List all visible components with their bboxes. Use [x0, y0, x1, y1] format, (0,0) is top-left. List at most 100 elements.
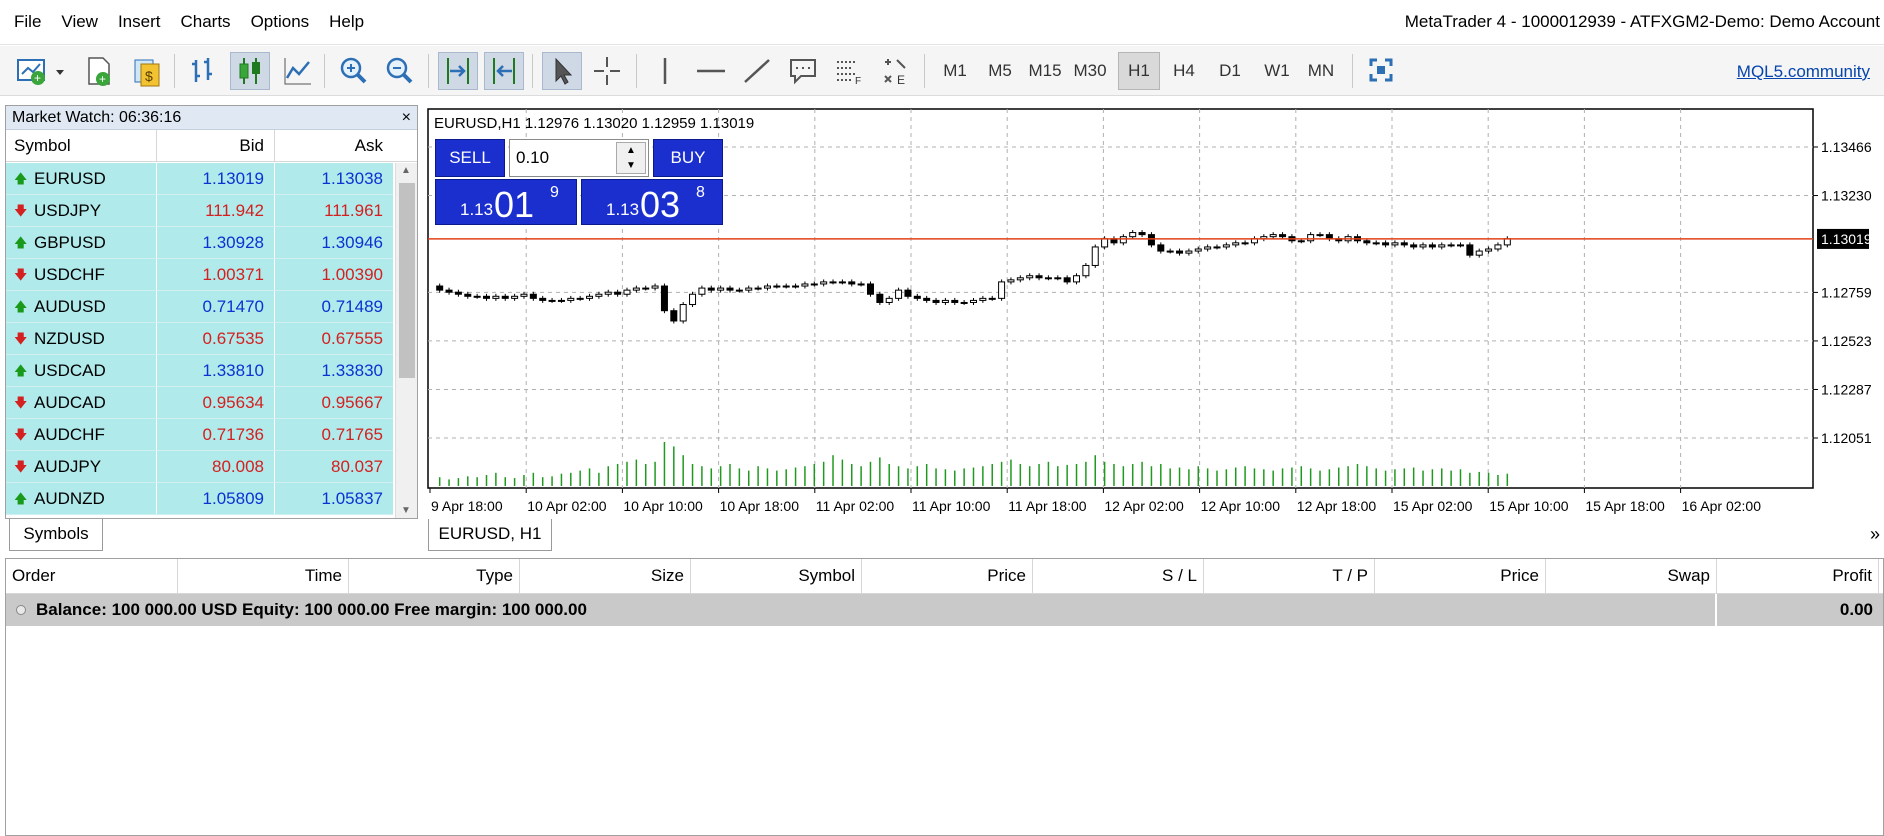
navigator-button[interactable]: $ — [126, 52, 164, 90]
stepper-up-icon[interactable]: ▲ — [617, 143, 645, 158]
terminal-column-s-l[interactable]: S / L — [1033, 559, 1204, 593]
zoom-in-button[interactable] — [334, 52, 372, 90]
menu-file[interactable]: File — [4, 12, 51, 32]
timeframe-m30[interactable]: M30 — [1069, 52, 1111, 90]
terminal-column-size[interactable]: Size — [520, 559, 691, 593]
scroll-down-icon[interactable]: ▼ — [401, 505, 411, 516]
market-watch-rows: 🡅 EURUSD 1.13019 1.13038 🡇 USDJPY 111.942 111.9… — [6, 163, 393, 515]
fibonacci-button[interactable]: F — [830, 52, 868, 90]
line-chart-button[interactable] — [278, 52, 316, 90]
tab-eurusd-h1[interactable]: EURUSD, H1 — [428, 519, 552, 551]
terminal-column-symbol[interactable]: Symbol — [691, 559, 862, 593]
market-watch-row-audnzd[interactable]: 🡅 AUDNZD 1.05809 1.05837 — [6, 483, 393, 515]
candle-body — [698, 287, 706, 295]
time-label: 10 Apr 10:00 — [623, 498, 703, 514]
market-watch-row-eurusd[interactable]: 🡅 EURUSD 1.13019 1.13038 — [6, 163, 393, 195]
balance-row[interactable]: Balance: 100 000.00 USD Equity: 100 000.… — [6, 594, 1883, 626]
terminal-column-price[interactable]: Price — [1375, 559, 1546, 593]
ask-cell: 1.13038 — [321, 169, 383, 188]
auto-scroll-button[interactable] — [438, 52, 478, 90]
buy-button[interactable]: BUY — [653, 139, 723, 177]
timeframe-m5[interactable]: M5 — [979, 52, 1021, 90]
market-watch-scrollbar[interactable]: ▲ ▼ — [395, 163, 417, 518]
ask-cell: 0.71765 — [321, 425, 383, 444]
scroll-up-icon[interactable]: ▲ — [401, 165, 411, 176]
timeframe-h4[interactable]: H4 — [1163, 52, 1205, 90]
close-icon[interactable]: × — [402, 106, 411, 130]
mql5-community-link[interactable]: MQL5.community — [1737, 62, 1870, 82]
menu-view[interactable]: View — [51, 12, 108, 32]
new-chart-button[interactable]: + — [12, 52, 72, 90]
chart-shift-button[interactable] — [484, 52, 524, 90]
timeframe-d1[interactable]: D1 — [1209, 52, 1251, 90]
candle-body — [1101, 238, 1109, 248]
timeframe-m1[interactable]: M1 — [934, 52, 976, 90]
bar-chart-button[interactable] — [184, 52, 222, 90]
time-label: 12 Apr 02:00 — [1104, 498, 1184, 514]
crosshair-button[interactable] — [588, 52, 626, 90]
candle-body — [501, 295, 509, 299]
time-label: 12 Apr 18:00 — [1297, 498, 1377, 514]
timeframe-mn[interactable]: MN — [1300, 52, 1342, 90]
column-header-symbol[interactable]: Symbol — [6, 130, 157, 161]
market-watch-row-usdcad[interactable]: 🡅 USDCAD 1.33810 1.33830 — [6, 355, 393, 387]
timeframe-m15[interactable]: M15 — [1024, 52, 1066, 90]
vertical-line-button[interactable] — [646, 52, 684, 90]
menu-charts[interactable]: Charts — [170, 12, 240, 32]
terminal-column-profit[interactable]: Profit — [1717, 559, 1879, 593]
objects-button[interactable]: E — [876, 52, 914, 90]
lot-size-input[interactable]: 0.10 ▲ ▼ — [509, 139, 649, 177]
menu-insert[interactable]: Insert — [108, 12, 171, 32]
candle-body — [1494, 244, 1502, 250]
horizontal-line-button[interactable] — [692, 52, 730, 90]
terminal-column-order[interactable]: Order — [6, 559, 178, 593]
text-label-button[interactable] — [784, 52, 822, 90]
menu-options[interactable]: Options — [241, 12, 320, 32]
terminal-column-type[interactable]: Type — [349, 559, 520, 593]
terminal-column-t-p[interactable]: T / P — [1204, 559, 1375, 593]
market-watch-row-audcad[interactable]: 🡇 AUDCAD 0.95634 0.95667 — [6, 387, 393, 419]
market-watch-row-usdjpy[interactable]: 🡇 USDJPY 111.942 111.961 — [6, 195, 393, 227]
chart-tabs-more-icon[interactable]: » — [1870, 524, 1880, 545]
buy-price-button[interactable]: 1.13 03 8 — [581, 179, 723, 225]
candle-body — [539, 297, 547, 301]
symbol-cell: 🡇 USDCHF — [6, 259, 157, 290]
candle-body — [1428, 244, 1436, 248]
market-watch-row-audjpy[interactable]: 🡇 AUDJPY 80.008 80.037 — [6, 451, 393, 483]
terminal-column-price[interactable]: Price — [862, 559, 1033, 593]
scroll-thumb[interactable] — [399, 183, 415, 378]
sell-price-button[interactable]: 1.13 01 9 — [435, 179, 577, 225]
column-header-ask[interactable]: Ask — [275, 130, 393, 161]
timeframe-h1[interactable]: H1 — [1118, 52, 1160, 90]
symbol-name: USDCHF — [34, 265, 105, 284]
menu-help[interactable]: Help — [319, 12, 374, 32]
arrow-up-icon: 🡅 — [14, 171, 28, 186]
timeframe-w1[interactable]: W1 — [1256, 52, 1298, 90]
market-watch-row-audusd[interactable]: 🡅 AUDUSD 0.71470 0.71489 — [6, 291, 393, 323]
candle-body — [1438, 244, 1446, 248]
trendline-button[interactable] — [738, 52, 776, 90]
market-watch-row-nzdusd[interactable]: 🡇 NZDUSD 0.67535 0.67555 — [6, 323, 393, 355]
candle-body — [1391, 242, 1399, 246]
zoom-out-button[interactable] — [380, 52, 418, 90]
terminal-column-time[interactable]: Time — [178, 559, 349, 593]
profiles-button[interactable]: + — [80, 52, 118, 90]
fullscreen-button[interactable] — [1362, 52, 1400, 90]
lot-stepper[interactable]: ▲ ▼ — [616, 142, 646, 174]
market-watch-row-audchf[interactable]: 🡇 AUDCHF 0.71736 0.71765 — [6, 419, 393, 451]
tab-symbols[interactable]: Symbols — [9, 519, 103, 551]
cursor-button[interactable] — [542, 52, 582, 90]
market-watch-row-usdchf[interactable]: 🡇 USDCHF 1.00371 1.00390 — [6, 259, 393, 291]
svg-text:$: $ — [145, 68, 153, 84]
candle-body — [1419, 244, 1427, 248]
candle-body — [1382, 242, 1390, 246]
stepper-down-icon[interactable]: ▼ — [617, 158, 645, 173]
column-header-bid[interactable]: Bid — [157, 130, 275, 161]
market-watch-row-gbpusd[interactable]: 🡅 GBPUSD 1.30928 1.30946 — [6, 227, 393, 259]
sell-button[interactable]: SELL — [435, 139, 505, 177]
candlestick-chart-button[interactable] — [230, 52, 270, 90]
fibonacci-icon: F — [837, 61, 861, 87]
candle-body — [1372, 242, 1380, 245]
terminal-column-swap[interactable]: Swap — [1546, 559, 1717, 593]
candle-body — [1016, 277, 1024, 281]
